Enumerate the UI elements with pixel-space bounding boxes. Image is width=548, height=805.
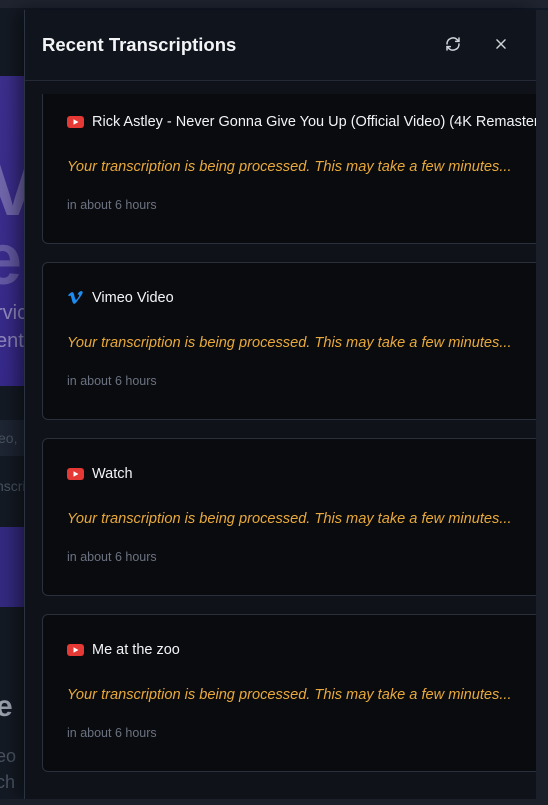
transcription-title: Vimeo Video	[92, 290, 174, 306]
transcription-status: Your transcription is being processed. T…	[67, 687, 512, 703]
card-title-row: Vimeo Video	[67, 290, 537, 306]
drawer-title: Recent Transcriptions	[42, 34, 237, 55]
youtube-icon	[67, 116, 84, 128]
background-bottom-text-2: ch	[0, 772, 16, 792]
app-window: Vi eo rvic ent eo, nscri e eo ch Recent …	[0, 0, 548, 805]
transcription-time: in about 6 hours	[67, 374, 157, 388]
background-topbar	[0, 0, 548, 8]
transcription-status: Your transcription is being processed. T…	[67, 159, 512, 175]
background-search-placeholder: eo,	[0, 430, 18, 446]
close-icon	[494, 37, 508, 51]
transcription-card[interactable]: Me at the zoo Your transcription is bein…	[42, 614, 537, 772]
transcription-title: Me at the zoo	[92, 642, 180, 658]
card-title-row: Rick Astley - Never Gonna Give You Up (O…	[67, 114, 537, 130]
background-bottom-text-1: eo	[0, 746, 17, 766]
vimeo-icon	[67, 291, 84, 304]
refresh-icon	[445, 36, 461, 52]
window-bottom-edge	[0, 799, 548, 805]
transcription-card[interactable]: Vimeo Video Your transcription is being …	[42, 262, 537, 420]
transcription-title: Rick Astley - Never Gonna Give You Up (O…	[92, 114, 537, 130]
transcription-time: in about 6 hours	[67, 726, 157, 740]
transcription-status: Your transcription is being processed. T…	[67, 511, 512, 527]
transcription-title: Watch	[92, 466, 133, 482]
background-section-label: nscri	[0, 478, 26, 494]
youtube-icon	[67, 644, 84, 656]
transcription-time: in about 6 hours	[67, 198, 157, 212]
transcription-card[interactable]: Rick Astley - Never Gonna Give You Up (O…	[42, 94, 537, 244]
youtube-icon	[67, 468, 84, 480]
recent-transcriptions-drawer: Recent Transcriptions Rick Astley - Neve…	[24, 10, 537, 799]
refresh-button[interactable]	[441, 32, 465, 56]
transcription-list: Rick Astley - Never Gonna Give You Up (O…	[42, 94, 537, 799]
transcription-status: Your transcription is being processed. T…	[67, 335, 512, 351]
background-bottom-heading: e	[0, 690, 13, 723]
card-title-row: Watch	[67, 466, 537, 482]
window-edge	[536, 10, 548, 799]
background-hero-subtext-2: ent	[0, 330, 24, 352]
drawer-header: Recent Transcriptions	[25, 10, 537, 81]
card-title-row: Me at the zoo	[67, 642, 537, 658]
close-button[interactable]	[489, 32, 513, 56]
transcription-card[interactable]: Watch Your transcription is being proces…	[42, 438, 537, 596]
transcription-time: in about 6 hours	[67, 550, 157, 564]
